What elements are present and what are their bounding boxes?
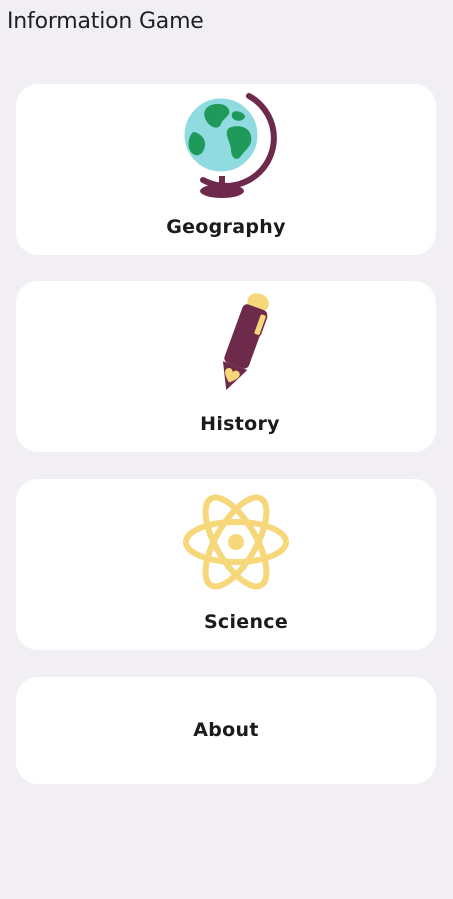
history-label: History bbox=[200, 413, 280, 435]
about-card[interactable]: About bbox=[16, 677, 436, 784]
app-title: Information Game bbox=[7, 9, 204, 34]
history-card[interactable]: History bbox=[16, 281, 436, 452]
globe-icon bbox=[181, 93, 277, 198]
atom-icon bbox=[183, 494, 289, 590]
science-card[interactable]: Science bbox=[16, 479, 436, 650]
science-label: Science bbox=[203, 611, 289, 633]
about-label: About bbox=[193, 719, 259, 741]
geography-card[interactable]: Geography bbox=[16, 84, 436, 255]
pencil-icon bbox=[222, 293, 269, 391]
geography-label: Geography bbox=[166, 216, 286, 238]
